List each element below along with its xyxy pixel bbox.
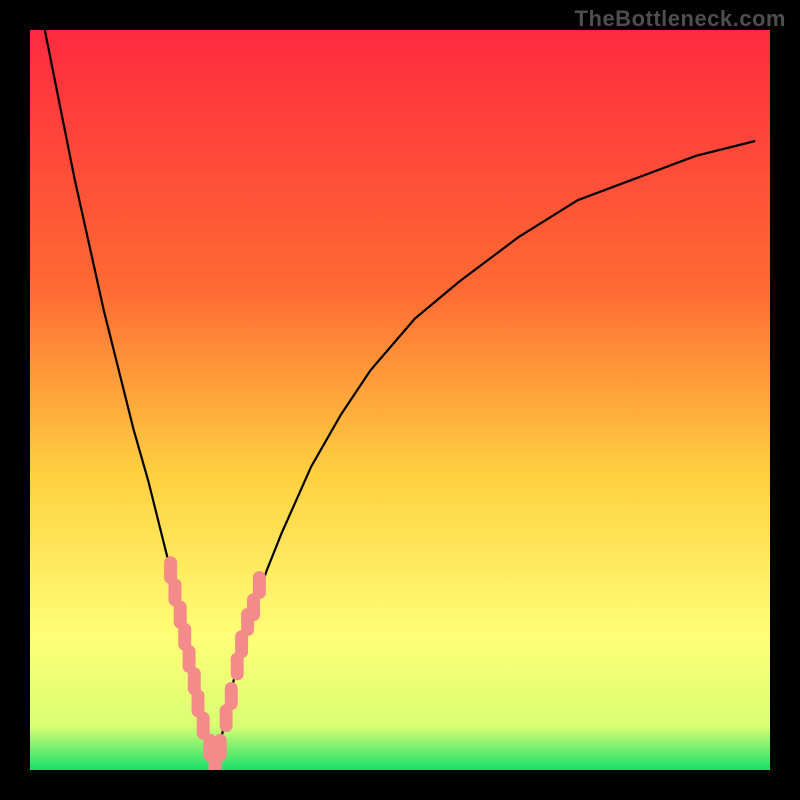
- chart-frame: TheBottleneck.com: [0, 0, 800, 800]
- watermark-text: TheBottleneck.com: [575, 6, 786, 32]
- marker-point: [253, 571, 266, 599]
- bottleneck-chart: [30, 30, 770, 770]
- plot-area: [30, 30, 770, 770]
- gradient-background: [30, 30, 770, 770]
- marker-point: [214, 734, 227, 762]
- marker-point: [225, 682, 238, 710]
